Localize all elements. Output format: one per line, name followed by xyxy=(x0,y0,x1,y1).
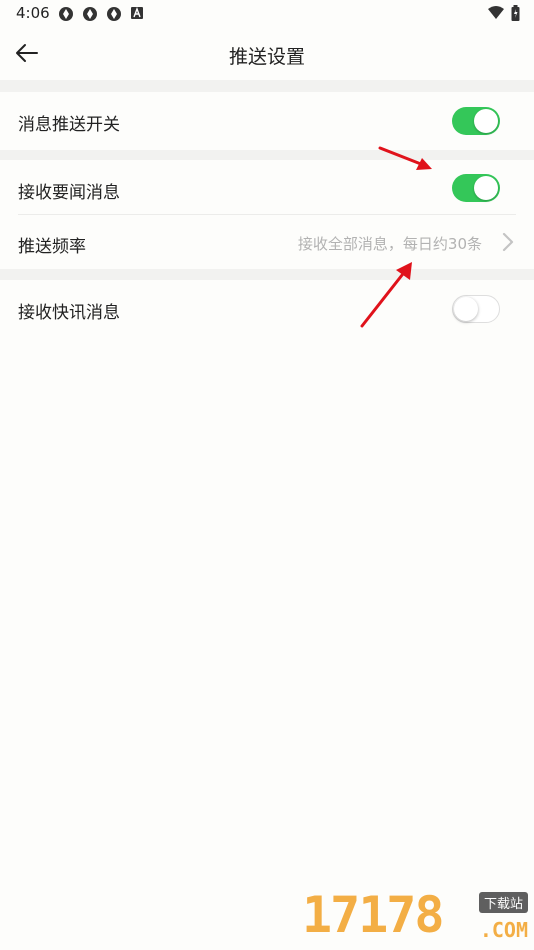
section-gap xyxy=(0,269,534,280)
section-gap xyxy=(0,150,534,160)
push-frequency-value: 接收全部消息，每日约30条 xyxy=(297,235,482,253)
chevron-right-icon[interactable] xyxy=(500,231,516,253)
battery-icon xyxy=(511,5,520,21)
annotation-arrow-icon xyxy=(378,146,432,170)
section-gap xyxy=(0,80,534,92)
toggle-knob xyxy=(474,109,498,133)
app-bar: 推送设置 xyxy=(0,28,534,80)
push-frequency-label: 推送频率 xyxy=(18,237,86,257)
flash-news-label: 接收快讯消息 xyxy=(18,303,120,323)
flash-news-toggle[interactable] xyxy=(452,295,500,323)
headline-news-label: 接收要闻消息 xyxy=(18,183,120,203)
a-box-icon xyxy=(131,7,143,19)
push-switch-row[interactable]: 消息推送开关 xyxy=(0,92,534,150)
aperture-icon xyxy=(83,7,97,21)
push-switch-label: 消息推送开关 xyxy=(18,115,120,135)
watermark-tag: 下载站 xyxy=(478,892,528,913)
flash-news-row[interactable]: 接收快讯消息 xyxy=(0,280,534,338)
headline-news-row[interactable]: 接收要闻消息 xyxy=(0,160,534,214)
status-time: 4:06 xyxy=(16,4,50,22)
toggle-knob xyxy=(474,176,498,200)
annotation-arrow-icon xyxy=(360,262,412,328)
toggle-knob xyxy=(454,297,478,321)
headline-news-toggle[interactable] xyxy=(452,174,500,202)
system-icons xyxy=(487,5,520,21)
aperture-icon xyxy=(107,7,121,21)
status-bar: 4:06 xyxy=(0,0,534,28)
watermark-logo: 17178 下载站 .COM xyxy=(302,886,528,948)
watermark-brand: 17178 xyxy=(302,886,445,944)
push-frequency-row[interactable]: 推送频率 接收全部消息，每日约30条 xyxy=(0,215,534,269)
push-switch-toggle[interactable] xyxy=(452,107,500,135)
wifi-icon xyxy=(488,6,504,19)
notification-icons xyxy=(58,6,144,22)
aperture-icon xyxy=(59,7,73,21)
watermark-domain: .COM xyxy=(479,918,528,942)
page-title: 推送设置 xyxy=(228,46,305,68)
